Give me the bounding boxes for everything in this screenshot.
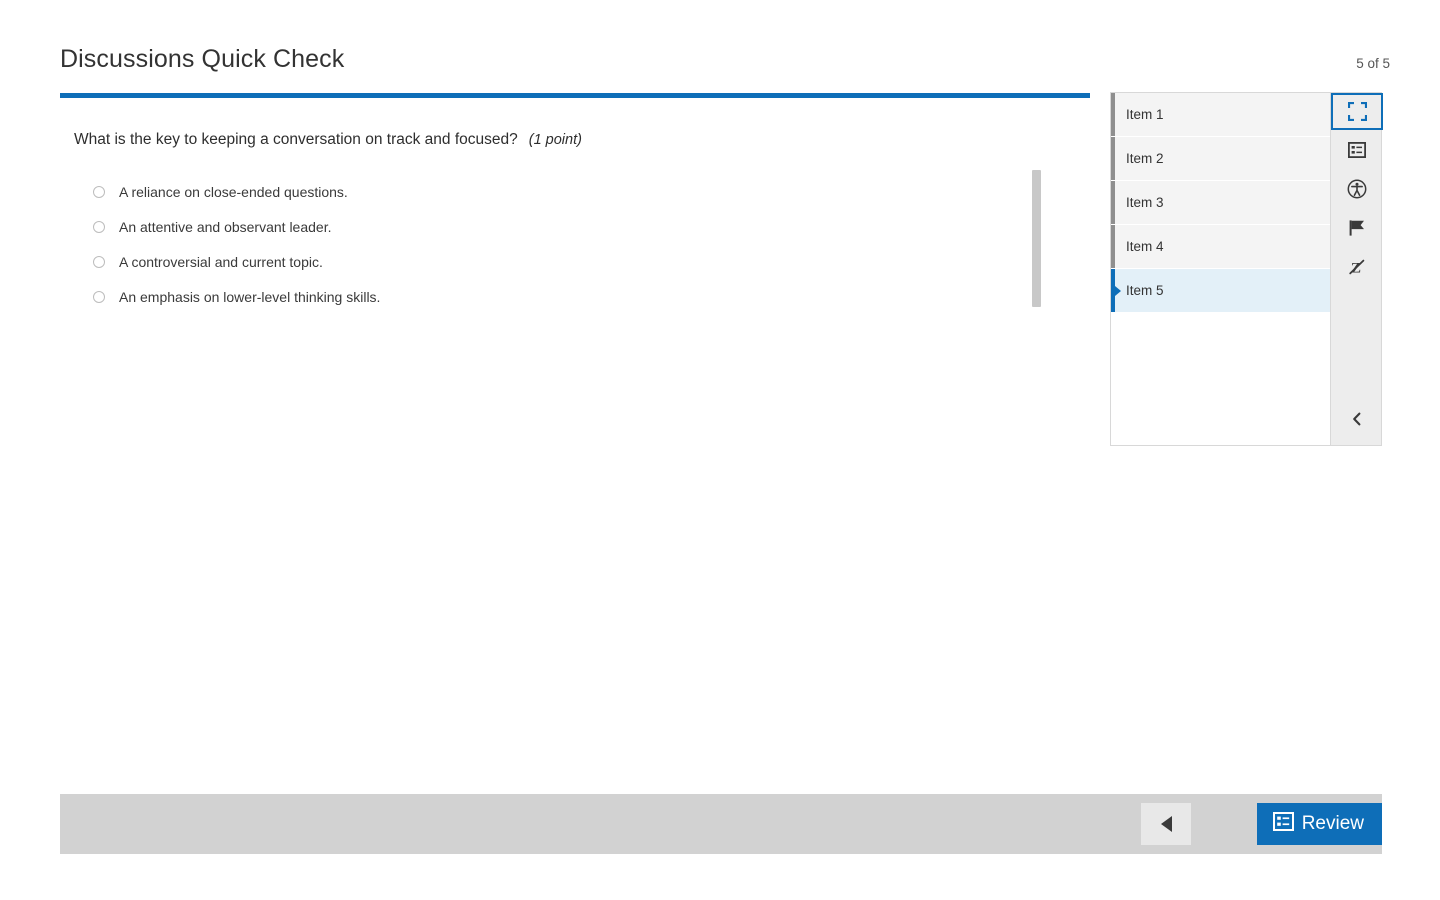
answer-option-label: A reliance on close-ended questions. bbox=[119, 183, 348, 200]
item-status-bar bbox=[1111, 181, 1115, 224]
item-list-item-label: Item 2 bbox=[1126, 150, 1164, 166]
item-list: Item 1 Item 2 Item 3 Item 4 Item 5 bbox=[1110, 92, 1330, 446]
item-list-item-4[interactable]: Item 4 bbox=[1111, 225, 1330, 269]
page-header: Discussions Quick Check bbox=[60, 44, 1090, 90]
strikethrough-icon: Z bbox=[1348, 258, 1366, 276]
radio-button-icon[interactable] bbox=[93, 255, 105, 268]
tool-rail: Z bbox=[1330, 92, 1383, 446]
item-list-item-3[interactable]: Item 3 bbox=[1111, 181, 1330, 225]
question-line: What is the key to keeping a conversatio… bbox=[74, 128, 1034, 152]
item-list-item-label: Item 1 bbox=[1126, 106, 1164, 122]
answer-option-label: A controversial and current topic. bbox=[119, 253, 323, 270]
answer-option-label: An attentive and observant leader. bbox=[119, 218, 332, 235]
review-list-icon-button[interactable] bbox=[1331, 130, 1383, 169]
answer-option-3[interactable]: A controversial and current topic. bbox=[93, 244, 993, 279]
review-list-icon bbox=[1272, 812, 1294, 836]
triangle-left-icon bbox=[1160, 816, 1172, 832]
item-navigation-panel: Item 1 Item 2 Item 3 Item 4 Item 5 bbox=[1110, 92, 1383, 446]
title-underline-rule bbox=[60, 93, 1090, 98]
collapse-panel-button[interactable] bbox=[1331, 404, 1383, 438]
item-status-bar bbox=[1111, 225, 1115, 268]
fullscreen-icon-button[interactable] bbox=[1331, 93, 1383, 130]
item-counter: 5 of 5 bbox=[1356, 56, 1390, 71]
flag-icon-button[interactable] bbox=[1331, 208, 1383, 247]
content-scrollbar-thumb[interactable] bbox=[1032, 170, 1041, 307]
review-button-label: Review bbox=[1301, 813, 1364, 834]
strikethrough-icon-button[interactable]: Z bbox=[1331, 247, 1383, 286]
flag-icon bbox=[1348, 219, 1366, 237]
item-status-bar bbox=[1111, 137, 1115, 180]
page-title: Discussions Quick Check bbox=[60, 45, 345, 73]
accessibility-icon bbox=[1347, 179, 1367, 199]
answer-options: A reliance on close-ended questions. An … bbox=[93, 174, 993, 314]
assessment-page: Discussions Quick Check 5 of 5 What is t… bbox=[0, 0, 1440, 900]
item-list-item-5[interactable]: Item 5 bbox=[1111, 269, 1330, 313]
radio-button-icon[interactable] bbox=[93, 290, 105, 303]
bottom-toolbar: Review bbox=[60, 794, 1382, 854]
radio-button-icon[interactable] bbox=[93, 220, 105, 233]
item-list-item-label: Item 5 bbox=[1126, 282, 1164, 298]
item-list-item-label: Item 4 bbox=[1126, 238, 1164, 254]
question-text: What is the key to keeping a conversatio… bbox=[74, 131, 518, 148]
question-block: What is the key to keeping a conversatio… bbox=[74, 128, 1034, 152]
item-list-item-1[interactable]: Item 1 bbox=[1111, 93, 1330, 137]
answer-option-label: An emphasis on lower-level thinking skil… bbox=[119, 288, 381, 305]
answer-option-1[interactable]: A reliance on close-ended questions. bbox=[93, 174, 993, 209]
item-status-bar bbox=[1111, 93, 1115, 136]
previous-item-button[interactable] bbox=[1141, 803, 1191, 845]
chevron-left-icon bbox=[1351, 412, 1363, 431]
item-list-item-label: Item 3 bbox=[1126, 194, 1164, 210]
radio-button-icon[interactable] bbox=[93, 185, 105, 198]
answer-option-2[interactable]: An attentive and observant leader. bbox=[93, 209, 993, 244]
review-list-icon bbox=[1348, 141, 1366, 158]
review-button[interactable]: Review bbox=[1256, 803, 1382, 845]
fullscreen-icon bbox=[1347, 102, 1367, 121]
accessibility-icon-button[interactable] bbox=[1331, 169, 1383, 208]
answer-option-4[interactable]: An emphasis on lower-level thinking skil… bbox=[93, 279, 993, 314]
question-points: (1 point) bbox=[528, 132, 582, 148]
current-item-pointer-icon bbox=[1115, 285, 1121, 296]
item-list-item-2[interactable]: Item 2 bbox=[1111, 137, 1330, 181]
